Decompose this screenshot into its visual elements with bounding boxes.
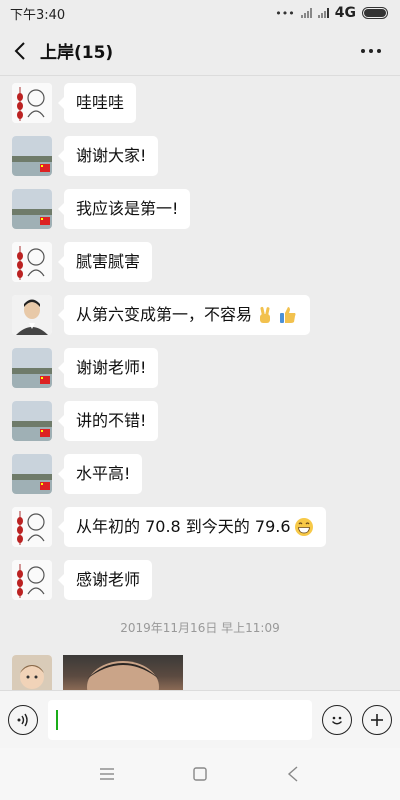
message-input[interactable] xyxy=(48,699,312,740)
lake-avatar[interactable] xyxy=(12,401,52,441)
message-bubble[interactable]: 腻害腻害 xyxy=(57,242,153,282)
battery-icon xyxy=(362,7,388,19)
message-row: 谢谢老师! xyxy=(12,348,159,388)
lantern-avatar[interactable] xyxy=(12,507,52,547)
message-row: 腻害腻害 xyxy=(12,242,153,282)
message-bubble[interactable]: 讲的不错! xyxy=(57,401,159,441)
message-row: 从第六变成第一，不容易 xyxy=(12,295,311,335)
message-bubble[interactable]: 谢谢老师! xyxy=(57,348,159,388)
input-bar xyxy=(0,690,400,748)
lantern-avatar[interactable] xyxy=(12,83,52,123)
message-row: 水平高! xyxy=(12,454,143,494)
back-button[interactable] xyxy=(0,26,40,76)
message-text: 从第六变成第一，不容易 xyxy=(76,305,253,324)
thumbs-up-emoji xyxy=(280,307,296,323)
message-row: 讲的不错! xyxy=(12,401,159,441)
smiley-icon xyxy=(332,716,342,724)
lake-avatar[interactable] xyxy=(12,189,52,229)
more-options-button[interactable] xyxy=(356,38,386,64)
emoji-button[interactable] xyxy=(322,704,352,735)
menu-nav-button[interactable] xyxy=(87,754,127,794)
text-caret xyxy=(56,709,58,730)
message-text: 谢谢老师! xyxy=(76,358,147,377)
message-bubble[interactable]: 哇哇哇 xyxy=(57,83,137,123)
more-dot-icon xyxy=(361,49,365,53)
signal-icon xyxy=(300,8,312,18)
man-avatar[interactable] xyxy=(12,295,52,335)
message-timestamp: 2019年11月16日 早上11:09 xyxy=(120,621,280,635)
baby-avatar[interactable] xyxy=(12,655,52,690)
message-text: 水平高! xyxy=(76,464,131,483)
dots-icon: ••• xyxy=(275,6,295,20)
lake-avatar[interactable] xyxy=(12,348,52,388)
message-text: 从年初的 70.8 到今天的 79.6 xyxy=(76,517,291,536)
child-photo xyxy=(87,661,159,690)
message-row: 谢谢大家! xyxy=(12,136,159,176)
message-bubble[interactable]: 从第六变成第一，不容易 xyxy=(57,295,311,335)
message-text: 腻害腻害 xyxy=(76,252,141,271)
message-row xyxy=(12,655,52,690)
message-row: 感谢老师 xyxy=(12,560,153,600)
voice-button[interactable] xyxy=(8,704,38,735)
system-nav-bar xyxy=(0,748,400,800)
message-text: 哇哇哇 xyxy=(76,93,125,112)
lake-avatar[interactable] xyxy=(12,136,52,176)
menu-icon xyxy=(99,768,114,780)
message-text: 我应该是第一! xyxy=(76,199,179,218)
grin-emoji xyxy=(294,518,313,536)
message-bubble[interactable]: 感谢老师 xyxy=(57,560,153,600)
message-text: 感谢老师 xyxy=(76,570,141,589)
back-triangle-icon xyxy=(288,766,298,782)
status-time: 下午3:40 xyxy=(10,7,66,23)
lantern-avatar[interactable] xyxy=(12,242,52,282)
chat-title: 上岸(15) xyxy=(40,43,114,63)
status-bar: 下午3:40 ••• 4G xyxy=(0,0,400,26)
message-text: 讲的不错! xyxy=(76,411,147,430)
plus-icon xyxy=(371,713,383,726)
message-bubble[interactable]: 从年初的 70.8 到今天的 79.6 xyxy=(58,507,326,547)
message-bubble[interactable]: 水平高! xyxy=(57,454,143,494)
lantern-avatar[interactable] xyxy=(12,560,52,600)
voice-icon xyxy=(17,713,28,726)
message-row: 我应该是第一! xyxy=(12,189,191,229)
status-indicators: ••• 4G xyxy=(275,5,388,21)
chevron-left-icon xyxy=(14,41,25,60)
message-bubble[interactable]: 谢谢大家! xyxy=(57,136,159,176)
more-dot-icon xyxy=(369,49,373,53)
more-dot-icon xyxy=(377,49,381,53)
signal-icon-2 xyxy=(317,8,329,18)
home-square-icon xyxy=(193,767,207,781)
photo-message[interactable] xyxy=(63,655,183,690)
home-nav-button[interactable] xyxy=(180,754,220,794)
message-text: 谢谢大家! xyxy=(76,146,147,165)
lake-avatar[interactable] xyxy=(12,454,52,494)
chat-header: 上岸(15) xyxy=(0,26,400,76)
victory-hand-emoji xyxy=(260,306,271,323)
back-nav-button[interactable] xyxy=(273,754,313,794)
message-row: 从年初的 70.8 到今天的 79.6 xyxy=(12,507,326,547)
message-bubble[interactable]: 我应该是第一! xyxy=(57,189,191,229)
message-row: 哇哇哇 xyxy=(12,83,137,123)
network-label: 4G xyxy=(334,5,356,21)
message-list[interactable]: 哇哇哇 谢谢大家! 我应该是第一! 腻害腻害 从第六变成第一，不容易 谢谢老师!… xyxy=(0,76,400,690)
more-functions-button[interactable] xyxy=(362,704,392,735)
